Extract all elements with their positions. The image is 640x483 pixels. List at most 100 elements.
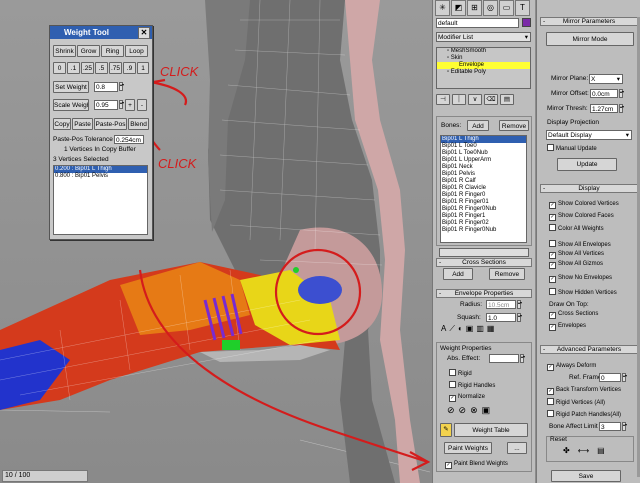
radius-field[interactable]: 10.5cm [486,300,516,309]
bone-list-item[interactable]: Bip01 Neck [441,164,526,171]
display-option-checkbox[interactable]: ✓ Show Colored Vertices [549,200,619,209]
back-transform-checkbox[interactable]: ✓ Back Transform Vertices [547,386,621,395]
include-verts-icon[interactable]: ⊘ [459,405,467,416]
bone-list-item[interactable]: Bip01 R Finger0 [441,192,526,199]
paste-button[interactable]: Paste [72,118,93,130]
display-projection-dropdown[interactable]: Default Display ▾ [546,130,632,140]
scale-weight-field[interactable]: 0.95 [94,100,118,110]
display-option-checkbox[interactable]: ✓ Show All Gizmos [549,260,603,269]
select-excluded-icon[interactable]: ⊗ [470,405,478,416]
weight-1-button[interactable]: 1 [137,62,149,74]
bone-list-item[interactable]: Bip01 R Finger0Nub [441,227,526,234]
mirror-parameters-rollout[interactable]: - Mirror Parameters [540,17,638,26]
scale-weight-spinner[interactable]: ▴▾ [119,100,124,109]
shrink-button[interactable]: Shrink [53,45,76,57]
bone-list-item[interactable]: Bip01 R Finger02 [441,220,526,227]
reset-bone-icon[interactable]: ⟷ [578,446,589,455]
ref-frame-spinner[interactable]: ▴▾ [622,373,627,382]
remove-modifier-icon[interactable]: ⌫ [484,94,498,105]
stack-item-meshsmooth[interactable]: ▫ MeshSmooth [437,48,530,55]
add-bone-button[interactable]: Add [467,120,489,131]
grow-button[interactable]: Grow [77,45,100,57]
stack-item-skin[interactable]: ▫ Skin [437,55,530,62]
frame-counter[interactable]: 10 / 100 [2,470,88,482]
weight-tool-titlebar[interactable]: Weight Tool ✕ [50,26,152,39]
weights-list[interactable]: 0.200 : Bip01 L Thigh 0.800 : Bip01 Pelv… [53,165,148,235]
display-option-checkbox[interactable]: Show Hidden Vertices [549,288,617,297]
bone-affect-limit-field[interactable]: 3 [599,422,621,431]
weight-01-button[interactable]: .1 [67,62,80,74]
normalize-checkbox[interactable]: ✓ Normalize [449,393,485,402]
bone-list-item[interactable]: Bip01 Pelvis [441,171,526,178]
cross-section-add-button[interactable]: Add [443,268,473,280]
display-option-checkbox[interactable]: Show All Envelopes [549,240,611,249]
squash-spinner[interactable]: ▴▾ [517,313,522,322]
envelope-properties-rollout[interactable]: - Envelope Properties [436,289,532,298]
hierarchy-tab-icon[interactable]: ⊞ [467,0,482,16]
update-button[interactable]: Update [557,158,617,171]
abs-effect-spinner[interactable]: ▴▾ [520,354,525,363]
mirror-mode-button[interactable]: Mirror Mode [546,32,634,46]
bone-affect-limit-spinner[interactable]: ▴▾ [622,422,627,431]
copy-envelope-icon[interactable]: ▣ [466,324,474,334]
mirror-thresh-spinner[interactable]: ▴▾ [619,104,624,113]
display-rollout[interactable]: - Display [540,184,638,193]
mirror-offset-field[interactable]: 0.0cm [590,89,618,98]
list-item[interactable]: 0.200 : Bip01 L Thigh [54,166,147,173]
falloff-icon[interactable]: ◐ [458,324,463,334]
cross-sections-rollout[interactable]: - Cross Sections [436,258,532,267]
make-unique-icon[interactable]: ∨ [468,94,482,105]
utilities-tab-icon[interactable]: T [515,0,530,16]
blend-button[interactable]: Blend [128,118,149,130]
paint-weights-button[interactable]: Paint Weights [444,442,492,454]
set-weight-field[interactable]: 0.8 [94,82,118,92]
radius-spinner[interactable]: ▴▾ [517,300,522,309]
weight-tool-icon[interactable]: ▣ [482,405,491,416]
show-end-result-icon[interactable]: ⏐ [452,94,466,105]
modify-tab-icon[interactable]: ◩ [451,0,466,16]
stack-item-envelope[interactable]: Envelope [437,62,530,69]
weight-table-button[interactable]: Weight Table [454,423,528,437]
paint-blend-weights-checkbox[interactable]: ✓ Paint Blend Weights [445,460,508,469]
reset-all-icon[interactable]: ▤ [597,446,605,455]
mirror-thresh-field[interactable]: 1.27cm [590,104,618,113]
bone-list-item[interactable]: Bip01 L Toe0Nub [441,150,526,157]
bone-list-item[interactable]: Bip01 R Finger01 [441,199,526,206]
mirror-plane-dropdown[interactable]: X ▾ [589,74,623,84]
set-weight-button[interactable]: Set Weight [53,81,89,93]
display-option-checkbox[interactable]: ✓ Show No Envelopes [549,274,612,283]
close-icon[interactable]: ✕ [138,27,150,39]
weight-025-button[interactable]: .25 [81,62,94,74]
exclude-verts-icon[interactable]: ⊘ [447,405,455,416]
paint-brush-icon[interactable]: ✎ [440,423,452,437]
scale-weight-button[interactable]: Scale Weight [53,99,89,111]
rigid-checkbox[interactable]: Rigid [449,369,472,378]
display-option-checkbox[interactable]: ✓ Show All Vertices [549,250,604,259]
paste-pos-tolerance-field[interactable]: 0.254cm [114,135,144,144]
display-option-checkbox[interactable]: Color All Weights [549,224,604,233]
bone-list-item[interactable]: Bip01 R Finger1 [441,213,526,220]
paste-envelope-icon[interactable]: ▥ [476,324,484,334]
bone-list-item[interactable]: Bip01 L Toe0 [441,143,526,150]
loop-button[interactable]: Loop [125,45,148,57]
bones-list[interactable]: Bip01 L Thigh Bip01 L Toe0 Bip01 L Toe0Nub… [440,135,527,243]
weight-09-button[interactable]: .9 [123,62,136,74]
bone-list-item[interactable]: Bip01 R Clavicle [441,185,526,192]
bones-scrollbar[interactable] [439,248,529,257]
ring-button[interactable]: Ring [101,45,124,57]
pin-icon[interactable]: ⊣ [436,94,450,105]
advanced-parameters-rollout[interactable]: - Advanced Parameters [540,345,638,354]
bone-list-item[interactable]: Bip01 R Finger0Nub [441,206,526,213]
draw-envelopes-checkbox[interactable]: ✓ Envelopes [549,322,586,331]
mirror-offset-spinner[interactable]: ▴▾ [619,89,624,98]
list-item[interactable]: 0.800 : Bip01 Pelvis [54,173,147,180]
cross-section-remove-button[interactable]: Remove [489,268,525,280]
rigid-vertices-checkbox[interactable]: Rigid Vertices (All) [547,398,605,407]
motion-tab-icon[interactable]: ◎ [483,0,498,16]
paste-multiple-icon[interactable]: ▦ [487,324,495,334]
paste-pos-button[interactable]: Paste-Pos [94,118,127,130]
save-button[interactable]: Save [551,470,621,482]
absolute-icon[interactable]: A [441,324,446,334]
reset-vertices-icon[interactable]: ✤ [563,446,570,455]
display-option-checkbox[interactable]: ✓ Show Colored Faces [549,212,614,221]
